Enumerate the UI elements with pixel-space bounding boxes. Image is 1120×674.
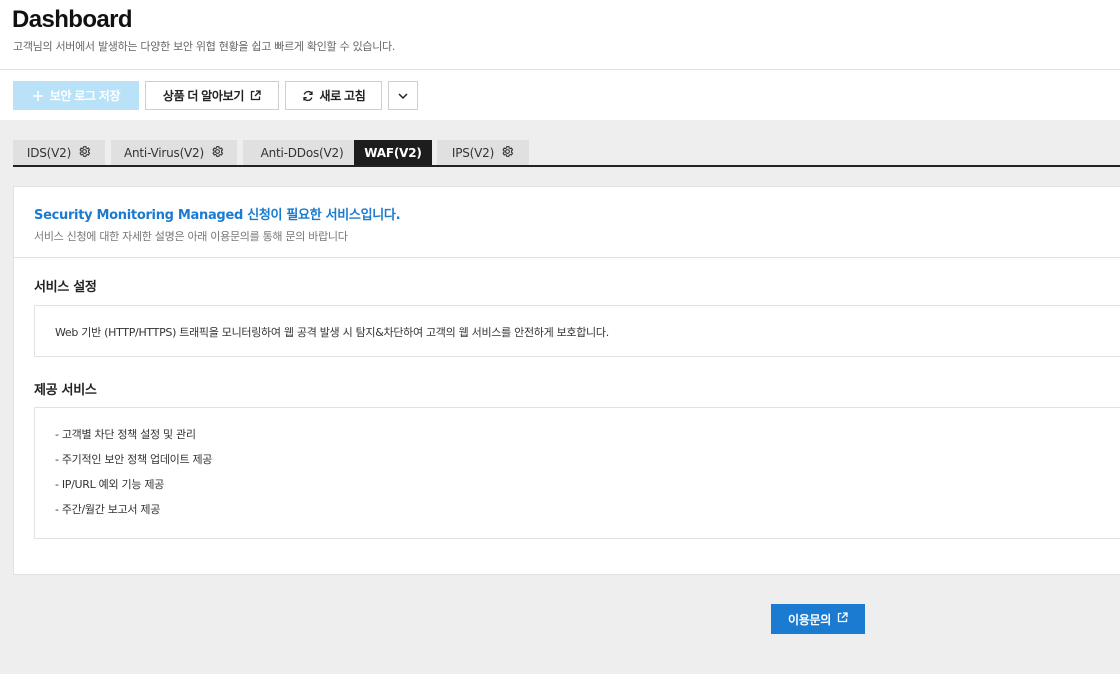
- tab-ids[interactable]: IDS(V2): [13, 140, 105, 165]
- tab-label: Anti-Virus(V2): [124, 145, 204, 160]
- chevron-down-icon: [397, 90, 409, 102]
- list-item: - IP/URL 예외 기능 제공: [55, 478, 164, 491]
- refresh-icon: [302, 90, 314, 102]
- list-item: - 주간/월간 보고서 제공: [55, 503, 161, 516]
- list-item: - 고객별 차단 정책 설정 및 관리: [55, 428, 196, 441]
- gear-icon[interactable]: [501, 145, 514, 161]
- toolbar: 보안 로그 저장 상품 더 알아보기 새로 고침: [0, 70, 1120, 120]
- refresh-button[interactable]: 새로 고침: [285, 81, 382, 110]
- service-setting-box: Web 기반 (HTTP/HTTPS) 트래픽을 모니터링하여 웹 공격 발생 …: [34, 305, 1120, 357]
- provided-services-title: 제공 서비스: [34, 383, 97, 398]
- service-setting-text: Web 기반 (HTTP/HTTPS) 트래픽을 모니터링하여 웹 공격 발생 …: [55, 326, 609, 339]
- divider: [14, 257, 1120, 258]
- save-button-label: 보안 로그 저장: [49, 89, 121, 103]
- external-link-icon: [250, 90, 261, 101]
- learn-more-label: 상품 더 알아보기: [162, 89, 245, 103]
- learn-more-button[interactable]: 상품 더 알아보기: [145, 81, 279, 110]
- tab-label: Anti-DDos(V2): [260, 145, 344, 160]
- tab-label: WAF(V2): [364, 145, 422, 160]
- notice-title: Security Monitoring Managed 신청이 필요한 서비스입…: [34, 208, 401, 223]
- external-link-icon: [837, 612, 848, 626]
- more-options-button[interactable]: [388, 81, 418, 110]
- save-security-log-button[interactable]: 보안 로그 저장: [13, 81, 139, 110]
- service-info-card: Security Monitoring Managed 신청이 필요한 서비스입…: [13, 186, 1120, 575]
- service-setting-title: 서비스 설정: [34, 280, 97, 295]
- tab-label: IPS(V2): [451, 145, 495, 160]
- tab-label: IDS(V2): [26, 145, 72, 160]
- notice-description: 서비스 신청에 대한 자세한 설명은 아래 이용문의를 통해 문의 바랍니다: [34, 230, 348, 243]
- list-item: - 주기적인 보안 정책 업데이트 제공: [55, 453, 213, 466]
- gear-icon[interactable]: [211, 145, 224, 161]
- tab-waf[interactable]: WAF(V2): [354, 140, 432, 165]
- page-title: Dashboard: [12, 6, 133, 33]
- tab-anti-virus[interactable]: Anti-Virus(V2): [111, 140, 237, 165]
- plus-icon: [32, 90, 44, 102]
- provided-services-box: - 고객별 차단 정책 설정 및 관리 - 주기적인 보안 정책 업데이트 제공…: [34, 407, 1120, 539]
- page-subtitle: 고객님의 서버에서 발생하는 다양한 보안 위협 현황을 쉽고 빠르게 확인할 …: [13, 40, 396, 53]
- inquiry-button[interactable]: 이용문의: [771, 604, 865, 634]
- refresh-label: 새로 고침: [319, 89, 366, 103]
- tab-ips[interactable]: IPS(V2): [437, 140, 529, 165]
- service-tabs: IDS(V2) Anti-Virus(V2) Anti-DDos(V2) WAF…: [13, 140, 1120, 167]
- page-header: Dashboard 고객님의 서버에서 발생하는 다양한 보안 위협 현황을 쉽…: [0, 0, 1120, 70]
- gear-icon[interactable]: [78, 145, 91, 161]
- inquiry-label: 이용문의: [788, 612, 831, 627]
- tab-anti-ddos[interactable]: Anti-DDos(V2): [243, 140, 361, 165]
